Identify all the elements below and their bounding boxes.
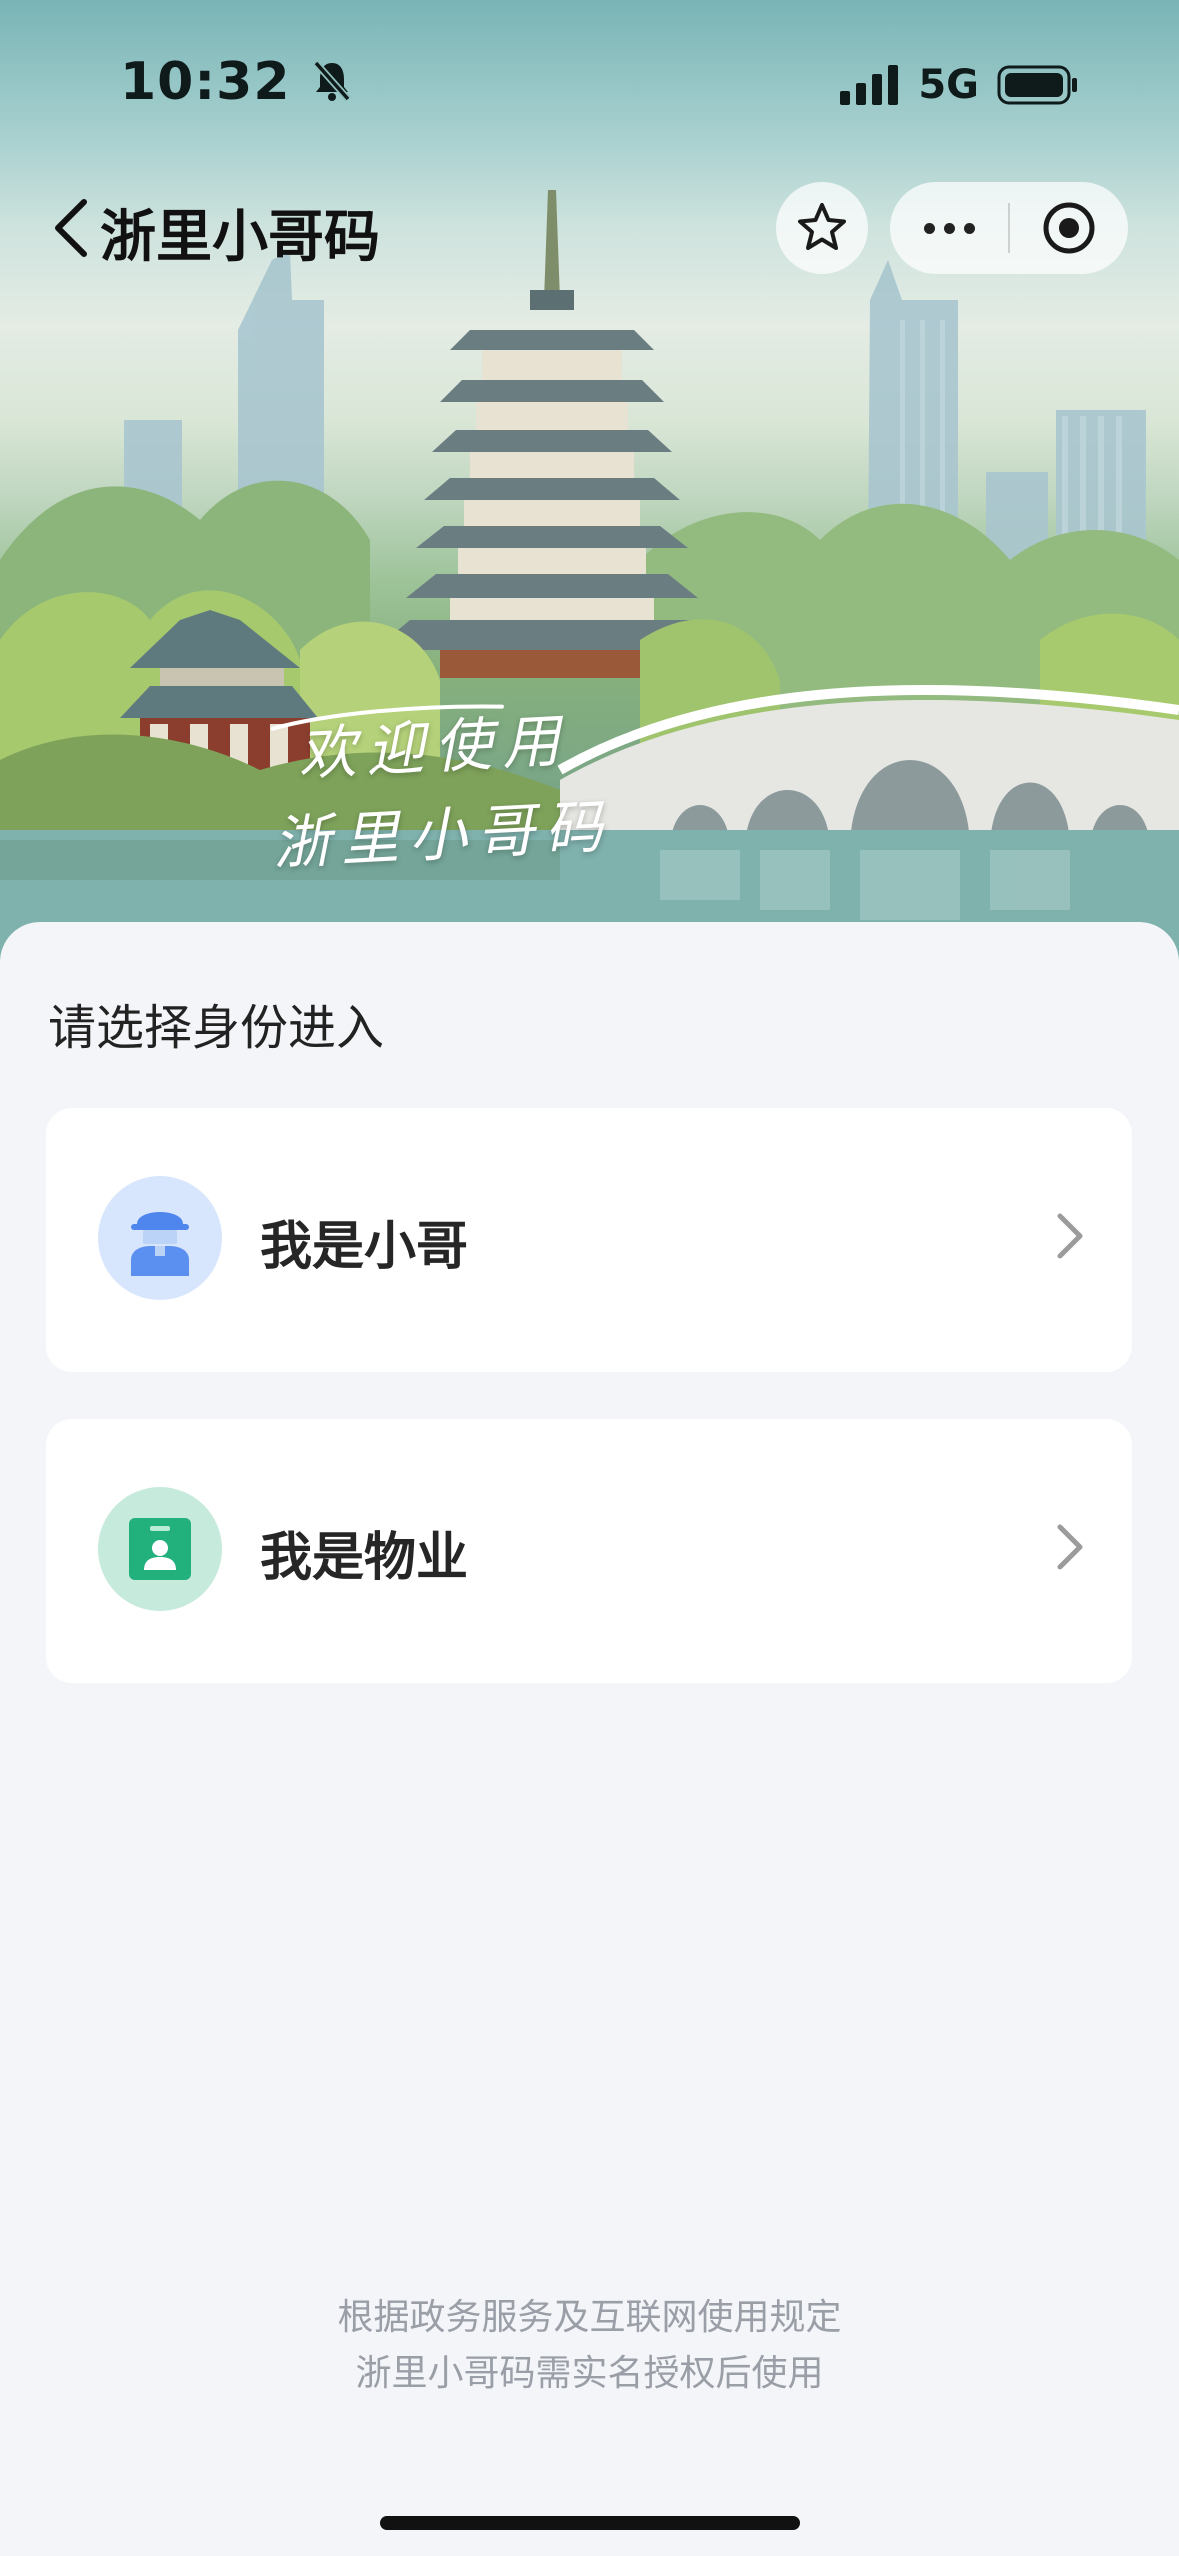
footer-notice: 根据政务服务及互联网使用规定 浙里小哥码需实名授权后使用 [0, 2290, 1179, 2402]
close-circle-icon [1043, 202, 1095, 254]
courier-avatar-icon [131, 1212, 189, 1276]
home-indicator[interactable] [380, 2516, 800, 2530]
network-type: 5G [918, 62, 979, 108]
welcome-line2: 浙里小哥码 [271, 792, 615, 878]
section-title: 请选择身份进入 [48, 1000, 385, 1056]
welcome-slogan: 欢迎使用 浙里小哥码 [266, 691, 615, 881]
status-time: 10:32 [120, 52, 352, 112]
star-icon [798, 203, 846, 250]
role-label: 我是小哥 [260, 1217, 469, 1277]
more-icon[interactable] [890, 182, 1008, 274]
close-button[interactable] [1010, 182, 1128, 274]
bell-muted-icon [313, 60, 351, 102]
footer-line1: 根据政务服务及互联网使用规定 [337, 2297, 842, 2338]
page-title: 浙里小哥码 [100, 205, 380, 270]
chevron-right-icon [1057, 1213, 1083, 1259]
role-card-courier[interactable]: 我是小哥 [46, 1108, 1132, 1372]
signal-icon [840, 65, 899, 105]
chevron-right-icon [1057, 1524, 1083, 1570]
property-badge-icon [129, 1518, 191, 1580]
status-time-text: 10:32 [120, 52, 291, 112]
property-avatar [98, 1487, 222, 1611]
battery-icon [997, 65, 1077, 105]
favorite-button[interactable] [776, 182, 868, 274]
role-label: 我是物业 [260, 1528, 469, 1588]
courier-avatar [98, 1176, 222, 1300]
mini-program-capsule [890, 182, 1128, 274]
status-bar: 10:32 5G [0, 0, 1179, 170]
back-chevron-icon[interactable] [44, 192, 100, 264]
footer-line2: 浙里小哥码需实名授权后使用 [355, 2353, 824, 2394]
role-card-property[interactable]: 我是物业 [46, 1419, 1132, 1683]
status-indicators: 5G [838, 62, 1079, 108]
